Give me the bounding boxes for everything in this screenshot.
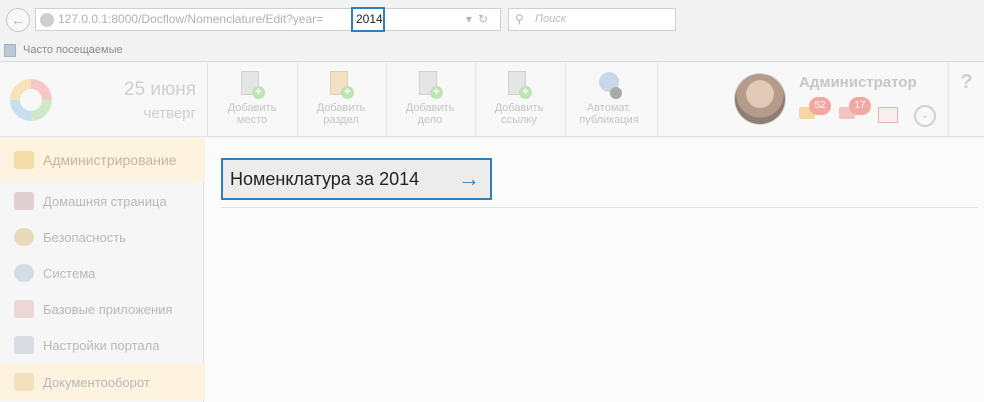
tasks-badge: 17 xyxy=(849,97,871,115)
sidebar-item-label: Безопасность xyxy=(43,229,126,245)
sidebar-item-security[interactable]: Безопасность xyxy=(0,219,204,255)
bookmarks-bar: Часто посещаемые xyxy=(0,40,984,62)
search-input[interactable]: ⚲ Поиск xyxy=(508,8,676,31)
back-arrow-icon[interactable]: ← xyxy=(6,8,30,32)
url-text: 127.0.0.1:8000/Docflow/Nomenclature/Edit… xyxy=(58,12,324,26)
sidebar-item-docflow[interactable]: Документооборот xyxy=(0,364,204,400)
add-place-label: Добавить xyxy=(227,102,277,114)
search-icon: ⚲ xyxy=(515,12,524,26)
sidebar-item-home[interactable]: Домашняя страница xyxy=(0,183,204,219)
sidebar-item-label: Документооборот xyxy=(43,374,150,390)
calendar-icon[interactable] xyxy=(878,107,898,123)
add-case-button[interactable]: + Добавить дело xyxy=(386,69,474,133)
bookmark-most-visited[interactable]: Часто посещаемые xyxy=(23,44,123,56)
add-section-button[interactable]: + Добавить раздел xyxy=(297,69,385,133)
sidebar-item-system[interactable]: Система xyxy=(0,255,204,291)
avatar[interactable] xyxy=(734,73,786,125)
date-block: 25 июня четверг xyxy=(62,63,208,137)
date-weekday: четверг xyxy=(143,105,197,122)
auto-publish-icon xyxy=(596,71,622,99)
sidebar-item-label: Настройки портала xyxy=(43,337,160,353)
sidebar-item-portal-settings[interactable]: Настройки портала xyxy=(0,327,204,363)
search-placeholder: Поиск xyxy=(535,13,566,25)
user-name[interactable]: Администратор xyxy=(799,74,917,91)
auto-publish-button[interactable]: Автомат. публикация xyxy=(565,69,653,133)
globe-icon xyxy=(40,13,54,27)
main-content: Номенклатура за 2014 → xyxy=(205,138,984,402)
add-case-label-2: дело xyxy=(417,114,443,126)
add-section-label: Добавить xyxy=(316,102,366,114)
sidebar: Администрирование Домашняя страница Безо… xyxy=(0,138,204,402)
add-section-icon: + xyxy=(328,71,354,99)
add-link-label-2: ссылку xyxy=(501,114,537,126)
chevron-down-icon[interactable]: ⌄ xyxy=(914,105,936,127)
settings-table-icon xyxy=(14,336,34,354)
page-title: Номенклатура за 2014 xyxy=(230,168,420,189)
add-link-label: Добавить xyxy=(494,102,544,114)
url-year-highlight[interactable]: 2014 xyxy=(351,7,385,32)
messages-notification[interactable]: 52 xyxy=(799,97,831,121)
add-case-icon: + xyxy=(417,71,443,99)
sidebar-item-base-apps[interactable]: Базовые приложения xyxy=(0,291,204,327)
sidebar-item-label: Система xyxy=(43,265,96,281)
home-grid-icon xyxy=(14,192,34,210)
logo-icon[interactable] xyxy=(10,79,52,121)
reload-icon[interactable]: ▾↻ xyxy=(466,12,494,26)
add-place-button[interactable]: + Добавить место xyxy=(208,69,296,133)
auto-publish-label-2: публикация xyxy=(579,114,639,126)
auto-publish-label: Автомат. xyxy=(586,102,632,114)
add-section-label-2: раздел xyxy=(323,114,359,126)
add-place-icon: + xyxy=(239,71,265,99)
nomenclature-title-box[interactable]: Номенклатура за 2014 → xyxy=(221,158,492,200)
lock-icon xyxy=(14,151,34,169)
app-header: 25 июня четверг + Добавить место + Добав… xyxy=(0,63,984,137)
browser-toolbar: ← 127.0.0.1:8000/Docflow/Nomenclature/Ed… xyxy=(0,0,984,40)
date-day: 25 июня xyxy=(123,79,196,100)
user-area: Администратор 52 17 ⌄ xyxy=(658,63,948,137)
address-bar[interactable]: 127.0.0.1:8000/Docflow/Nomenclature/Edit… xyxy=(35,7,501,32)
sidebar-item-label: Администрирование xyxy=(43,152,177,168)
user-shield-icon xyxy=(14,228,34,246)
sidebar-item-label: Базовые приложения xyxy=(43,301,173,317)
arrow-right-icon[interactable]: → xyxy=(458,166,480,192)
network-icon xyxy=(14,264,34,282)
add-link-icon: + xyxy=(506,71,532,99)
add-link-button[interactable]: + Добавить ссылку xyxy=(475,69,563,133)
divider xyxy=(221,207,978,208)
documents-icon xyxy=(14,373,34,391)
add-place-label-2: место xyxy=(236,114,268,126)
chart-icon xyxy=(14,300,34,318)
sidebar-item-label: Домашняя страница xyxy=(43,193,167,209)
add-case-label: Добавить xyxy=(405,102,455,114)
bookmark-icon xyxy=(4,44,16,57)
sidebar-item-administration[interactable]: Администрирование xyxy=(0,138,204,182)
tasks-notification[interactable]: 17 xyxy=(839,97,871,121)
help-button[interactable]: ? xyxy=(948,63,984,137)
messages-badge: 52 xyxy=(809,97,831,115)
